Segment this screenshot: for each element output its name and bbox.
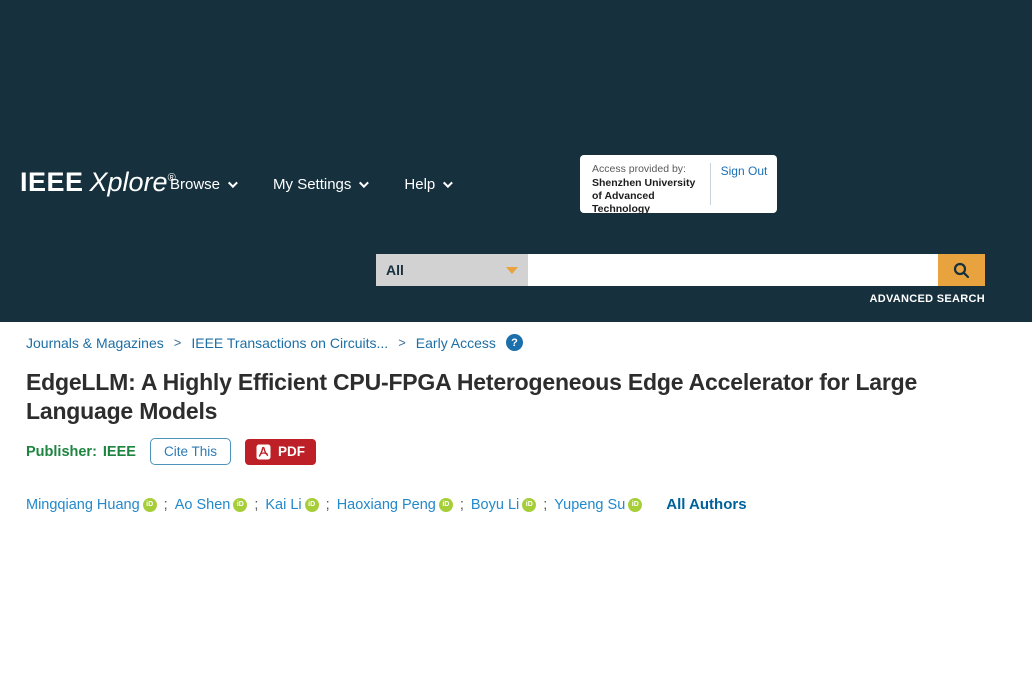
publisher-row: Publisher: IEEE Cite This PDF xyxy=(26,438,1006,465)
publisher-label: Publisher: xyxy=(26,444,97,460)
nav-help-label: Help xyxy=(404,176,435,193)
chevron-down-icon xyxy=(443,178,453,188)
nav-my-settings[interactable]: My Settings xyxy=(273,176,366,193)
chevron-down-icon xyxy=(359,178,369,188)
author-name: Haoxiang Peng xyxy=(337,497,436,513)
main-nav: Browse My Settings Help xyxy=(170,176,450,193)
author-separator: ; xyxy=(543,497,547,513)
search-scope-dropdown[interactable]: All xyxy=(376,254,528,286)
author-name: Boyu Li xyxy=(471,497,519,513)
orcid-icon[interactable]: iD xyxy=(143,498,157,512)
cite-this-button[interactable]: Cite This xyxy=(150,438,231,465)
caret-down-icon xyxy=(506,267,518,274)
nav-help[interactable]: Help xyxy=(404,176,450,193)
pdf-button-label: PDF xyxy=(278,444,305,459)
author-link[interactable]: Boyu Li iD xyxy=(471,497,536,513)
page: IEEEXplore® Browse My Settings Help Acce… xyxy=(0,0,1032,678)
nav-browse-label: Browse xyxy=(170,176,220,193)
logo-ieee-text: IEEE xyxy=(20,167,84,197)
authors-row: Mingqiang Huang iD ; Ao Shen iD ; Kai Li… xyxy=(26,496,1006,513)
search-scope-value: All xyxy=(386,262,404,278)
top-header: IEEEXplore® Browse My Settings Help Acce… xyxy=(0,0,1032,322)
institution-access-box: Access provided by: Shenzhen University … xyxy=(580,155,777,213)
orcid-icon[interactable]: iD xyxy=(522,498,536,512)
author-link[interactable]: Yupeng Su iD xyxy=(554,497,642,513)
author-link[interactable]: Mingqiang Huang iD xyxy=(26,497,157,513)
sign-out-link[interactable]: Sign Out xyxy=(711,155,777,213)
search-icon xyxy=(953,262,970,279)
pdf-button[interactable]: PDF xyxy=(245,439,316,465)
author-name: Ao Shen xyxy=(175,497,231,513)
ieee-xplore-logo[interactable]: IEEEXplore® xyxy=(20,167,176,198)
author-separator: ; xyxy=(460,497,464,513)
all-authors-link[interactable]: All Authors xyxy=(666,496,746,513)
institution-name: Shenzhen University of Advanced Technolo… xyxy=(592,177,702,216)
advanced-search-link[interactable]: ADVANCED SEARCH xyxy=(376,293,985,305)
article-title: EdgeLLM: A Highly Efficient CPU-FPGA Het… xyxy=(26,368,1006,425)
breadcrumb-separator: > xyxy=(174,335,182,350)
search-input[interactable] xyxy=(528,254,938,286)
breadcrumb-early-access[interactable]: Early Access xyxy=(416,335,496,351)
logo-xplore-text: Xplore xyxy=(90,167,168,197)
access-provided-label: Access provided by: xyxy=(592,163,702,175)
breadcrumb-journals[interactable]: Journals & Magazines xyxy=(26,335,164,351)
breadcrumb: Journals & Magazines > IEEE Transactions… xyxy=(26,334,1006,351)
author-link[interactable]: Kai Li iD xyxy=(265,497,318,513)
nav-my-settings-label: My Settings xyxy=(273,176,351,193)
author-name: Yupeng Su xyxy=(554,497,625,513)
author-separator: ; xyxy=(254,497,258,513)
author-name: Kai Li xyxy=(265,497,301,513)
orcid-icon[interactable]: iD xyxy=(233,498,247,512)
orcid-icon[interactable]: iD xyxy=(439,498,453,512)
orcid-icon[interactable]: iD xyxy=(628,498,642,512)
chevron-down-icon xyxy=(228,178,238,188)
access-info: Access provided by: Shenzhen University … xyxy=(580,155,710,213)
author-separator: ; xyxy=(164,497,168,513)
search-button[interactable] xyxy=(938,254,985,286)
breadcrumb-separator: > xyxy=(398,335,406,350)
author-name: Mingqiang Huang xyxy=(26,497,140,513)
orcid-icon[interactable]: iD xyxy=(305,498,319,512)
publisher-info: Publisher: IEEE xyxy=(26,444,136,460)
article-header-section: Journals & Magazines > IEEE Transactions… xyxy=(0,322,1032,678)
nav-browse[interactable]: Browse xyxy=(170,176,235,193)
search-bar: All xyxy=(376,254,985,286)
help-icon[interactable]: ? xyxy=(506,334,523,351)
author-separator: ; xyxy=(326,497,330,513)
pdf-icon xyxy=(256,444,271,460)
breadcrumb-publication[interactable]: IEEE Transactions on Circuits... xyxy=(191,335,388,351)
author-link[interactable]: Ao Shen iD xyxy=(175,497,248,513)
publisher-name: IEEE xyxy=(103,444,136,460)
author-link[interactable]: Haoxiang Peng iD xyxy=(337,497,453,513)
